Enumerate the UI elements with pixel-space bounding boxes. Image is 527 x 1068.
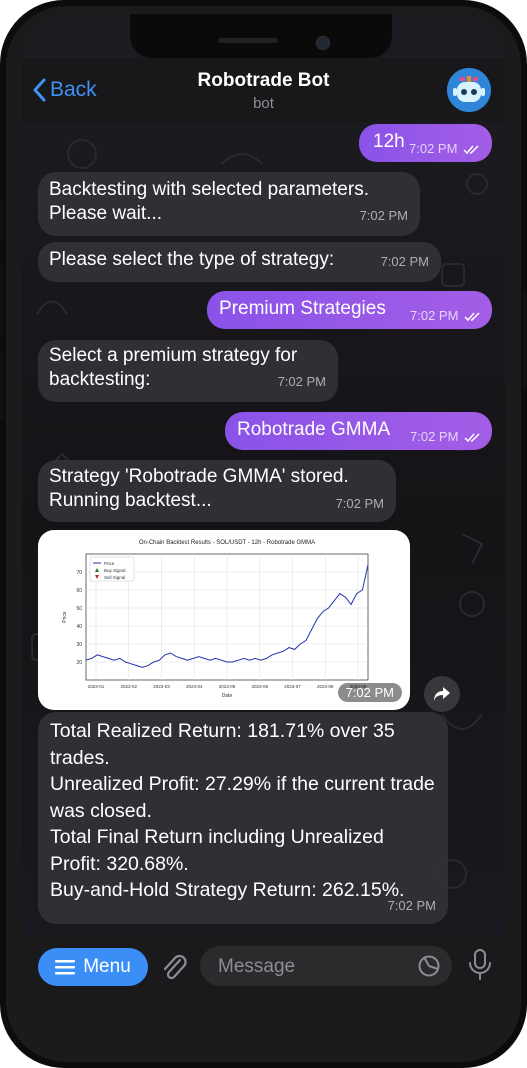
power-button [523,290,527,390]
sticker-button[interactable] [418,955,440,982]
bot-avatar[interactable] [447,68,491,112]
message-time: 7:02 PM [409,137,481,161]
message-time: 7:02 PM [410,304,482,328]
message-outgoing[interactable]: 12h 7:02 PM [359,124,492,162]
message-input[interactable] [216,946,410,988]
sticker-icon [418,955,440,977]
message-time: 7:02 PM [359,208,408,223]
message-incoming[interactable]: Backtesting with selected parameters. Pl… [38,172,420,236]
double-check-icon [464,433,480,442]
y-tick-label: 50 [76,606,82,612]
share-button[interactable] [424,676,460,712]
chart-image-message[interactable]: On-Chain Backtest Results - SOL/USDT - 1… [38,530,410,710]
x-tick-label: 2023-05 [219,684,236,689]
microphone-icon [469,949,491,980]
results-line: Buy-and-Hold Strategy Return: 262.15%. [50,879,405,901]
message-text: 12h [373,131,405,152]
chart-title: On-Chain Backtest Results - SOL/USDT - 1… [139,540,315,546]
volume-down-button [0,350,4,420]
message-text: Please select the type of strategy: [49,249,335,270]
message-incoming[interactable]: Please select the type of strategy: 7:02… [38,242,441,282]
message-time: 7:02 PM [387,898,436,913]
message-incoming[interactable]: Strategy 'Robotrade GMMA' stored. Runnin… [38,460,396,522]
results-line: Unrealized Profit: 27.29% if the current… [50,773,435,822]
legend-label: Sell Signal [104,575,125,580]
silent-switch [0,200,4,240]
hamburger-icon [55,960,76,975]
message-text: Select a premium strategy for backtestin… [49,345,298,390]
message-time: 7:02 PM [380,254,429,269]
message-incoming-results[interactable]: Total Realized Return: 181.71% over 35 t… [38,712,448,924]
double-check-icon [463,145,479,154]
x-tick-label: 2023-01 [88,684,105,689]
y-tick-label: 20 [76,660,82,666]
y-tick-label: 60 [76,588,82,594]
x-tick-label: 2023-04 [186,684,203,689]
front-camera [316,36,330,50]
notch [130,14,392,58]
x-axis-label: Date [222,693,233,699]
x-tick-label: 2023-08 [317,684,334,689]
message-text: Backtesting with selected parameters. Pl… [49,179,369,224]
message-outgoing[interactable]: Robotrade GMMA 7:02 PM [225,412,492,450]
image-time: 7:02 PM [337,683,402,702]
chat-title: Robotrade Bot [197,70,330,91]
microphone-button[interactable] [467,948,493,987]
message-time: 7:02 PM [410,425,482,449]
message-text: Strategy 'Robotrade GMMA' stored. Runnin… [49,466,349,511]
y-tick-label: 30 [76,642,82,648]
x-tick-label: 2023-02 [120,684,137,689]
share-arrow-icon [434,687,450,701]
y-axis-label: Price [62,611,68,623]
screen: Back Robotrade Bot bot 12h 7:02 PM Backt… [22,14,505,1054]
attach-button[interactable] [160,950,188,987]
volume-up-button [0,265,4,335]
menu-label: Menu [83,956,131,977]
x-tick-label: 2023-07 [284,684,301,689]
y-tick-label: 40 [76,624,82,630]
y-tick-label: 70 [76,570,82,576]
menu-button[interactable]: Menu [38,948,148,986]
x-tick-label: 2023-06 [251,684,268,689]
x-tick-label: 2023-03 [153,684,170,689]
legend-label: Price [104,561,115,566]
phone-frame: Back Robotrade Bot bot 12h 7:02 PM Backt… [0,0,527,1068]
message-outgoing[interactable]: Premium Strategies 7:02 PM [207,291,492,329]
results-line: Total Final Return including Unrealized … [50,826,384,875]
message-text: Robotrade GMMA [237,419,391,440]
message-time: 7:02 PM [335,496,384,511]
message-text: Premium Strategies [219,298,386,319]
results-text: Total Realized Return: 181.71% over 35 t… [50,718,436,904]
message-time: 7:02 PM [277,374,326,389]
chat-subtitle: bot [253,95,274,112]
message-input-wrapper [200,946,452,988]
message-incoming[interactable]: Select a premium strategy for backtestin… [38,340,338,402]
legend-label: Buy Signal [104,568,126,573]
input-bar: Menu [22,936,505,1054]
robot-icon [447,68,491,112]
chat-header: Back Robotrade Bot bot [22,58,505,122]
double-check-icon [464,312,480,321]
paperclip-icon [163,954,187,980]
results-line: Total Realized Return: 181.71% over 35 t… [50,720,395,769]
speaker-grille [218,38,278,43]
